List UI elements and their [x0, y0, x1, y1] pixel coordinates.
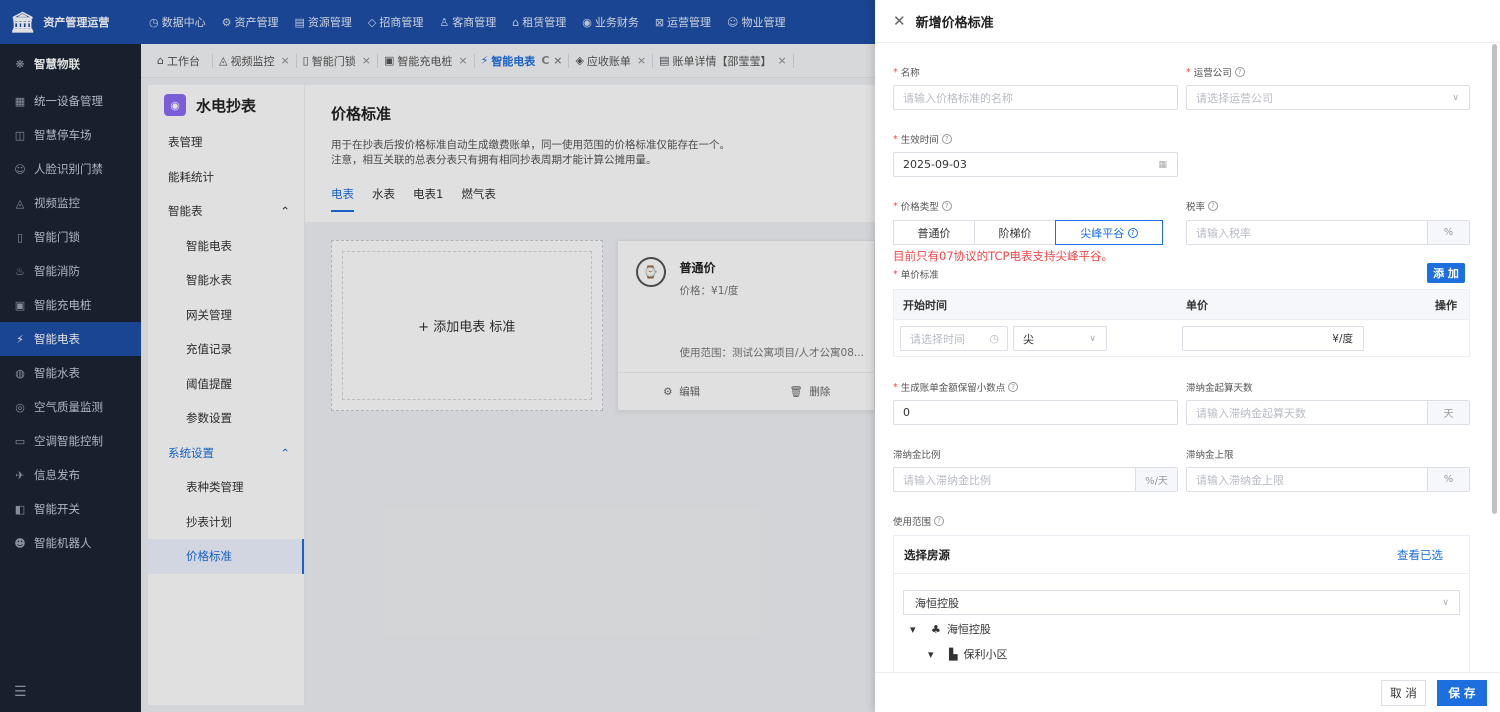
scrollbar[interactable] [1492, 44, 1497, 514]
unit-price-input[interactable]: ¥/度 [1182, 326, 1364, 351]
unit-suffix: ¥/度 [1332, 333, 1353, 345]
ratio-suffix: %/天 [1135, 468, 1177, 491]
late-days-label: 滞纳金起算天数 [1186, 383, 1253, 394]
col-start-time: 开始时间 [894, 290, 1177, 320]
scope-selector: 选择房源 查看已选 海恒控股 ∨ ▾ ♣ 海恒控股 ▾ ▙ 保利小区 [893, 535, 1470, 675]
building-icon: ▙ [949, 647, 958, 661]
clock-icon: ◷ [989, 332, 999, 345]
calendar-icon: ▦ [1158, 159, 1167, 170]
tree-node-org[interactable]: ▾ ♣ 海恒控股 [910, 621, 991, 637]
chevron-down-icon: ∨ [1442, 597, 1449, 608]
late-days-input[interactable]: 请输入滞纳金起算天数天 [1186, 400, 1470, 425]
late-ratio-label: 滞纳金比例 [893, 450, 941, 461]
chevron-down-icon: ∨ [1452, 92, 1459, 103]
add-price-standard-drawer: ✕ 新增价格标准 * 名称 请输入价格标准的名称 * 运营公司? 请选择运营公司 ∨ … [875, 0, 1500, 712]
scope-head: 选择房源 [904, 547, 950, 562]
unit-price-table: 开始时间 单价 操作 请选择时间 ◷ 尖 ∨ ¥/度 [893, 289, 1470, 357]
tax-input[interactable]: 请输入税率% [1186, 220, 1470, 245]
late-cap-label: 滞纳金上限 [1186, 450, 1234, 461]
tree-node-community[interactable]: ▾ ▙ 保利小区 [928, 646, 1008, 662]
effective-label: * 生效时间? [893, 132, 952, 146]
org-select[interactable]: 海恒控股 ∨ [903, 590, 1460, 615]
help-icon[interactable]: ? [941, 201, 952, 211]
price-type-normal[interactable]: 普通价 [893, 220, 975, 245]
save-button[interactable]: 保 存 [1437, 680, 1487, 706]
col-action: 操作 [1426, 290, 1469, 320]
price-type-peak-valley[interactable]: 尖峰平谷 ? [1055, 220, 1163, 245]
help-icon[interactable]: ? [1008, 382, 1019, 392]
col-unit-price: 单价 [1177, 290, 1426, 320]
days-suffix: 天 [1427, 401, 1469, 424]
add-row-button[interactable]: 添 加 [1427, 263, 1465, 283]
decimal-input[interactable]: 0 [893, 400, 1178, 425]
chevron-down-icon: ∨ [1089, 333, 1096, 344]
modal-overlay[interactable] [0, 0, 875, 712]
help-icon[interactable]: ? [934, 516, 945, 526]
company-label: * 运营公司? [1186, 65, 1245, 79]
peak-valley-warning: 目前只有07协议的TCP电表支持尖峰平谷。 [893, 249, 1113, 263]
price-type-tiered[interactable]: 阶梯价 [974, 220, 1056, 245]
caret-down-icon[interactable]: ▾ [928, 648, 934, 661]
name-input[interactable]: 请输入价格标准的名称 [893, 85, 1178, 110]
org-icon: ♣ [931, 622, 941, 636]
drawer-title: 新增价格标准 [915, 15, 994, 31]
name-label: * 名称 [893, 66, 920, 80]
late-ratio-input[interactable]: 请输入滞纳金比例 %/天 [893, 467, 1178, 492]
help-icon[interactable]: ? [1208, 201, 1219, 211]
caret-down-icon[interactable]: ▾ [910, 623, 916, 636]
cancel-button[interactable]: 取 消 [1381, 680, 1426, 706]
scope-label: 使用范围? [893, 514, 945, 528]
tax-label: 税率? [1186, 199, 1219, 213]
effective-date-input[interactable]: 2025-09-03 ▦ [893, 152, 1178, 177]
period-select[interactable]: 尖 ∨ [1013, 326, 1107, 351]
view-selected-link[interactable]: 查看已选 [1397, 547, 1443, 563]
tax-suffix: % [1427, 221, 1469, 244]
start-time-input[interactable]: 请选择时间 ◷ [900, 326, 1008, 351]
close-icon[interactable]: ✕ [893, 12, 906, 30]
decimal-label: * 生成账单金额保留小数点? [893, 380, 1019, 394]
unit-price-label: * 单价标准 [893, 268, 939, 282]
cap-suffix: % [1427, 468, 1469, 491]
price-type-label: * 价格类型? [893, 199, 952, 213]
drawer-footer: 取 消 保 存 [875, 672, 1500, 712]
late-cap-input[interactable]: 请输入滞纳金上限% [1186, 467, 1470, 492]
company-select[interactable]: 请选择运营公司 ∨ [1186, 85, 1470, 110]
help-icon[interactable]: ? [1234, 67, 1245, 77]
help-icon[interactable]: ? [941, 134, 952, 144]
help-icon: ? [1127, 227, 1138, 238]
